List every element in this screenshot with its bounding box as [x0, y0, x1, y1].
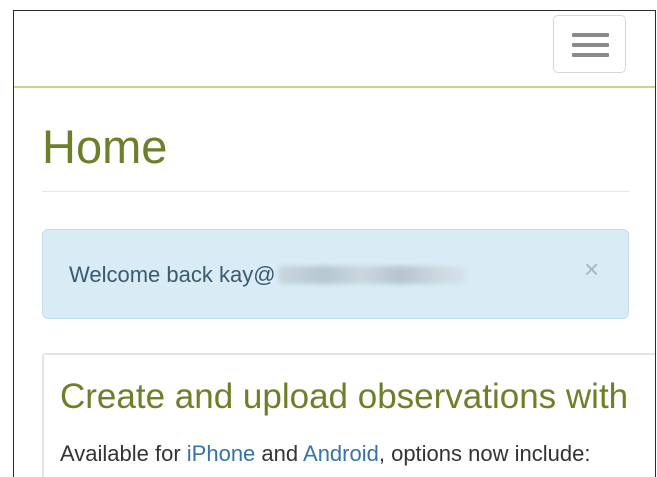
welcome-message: Welcome back kay@	[69, 262, 466, 288]
panel-text-suffix: , options now include:	[378, 441, 591, 466]
welcome-prefix: Welcome back kay@	[69, 262, 276, 287]
title-divider	[42, 191, 629, 192]
hamburger-menu-icon[interactable]	[553, 15, 626, 73]
panel-title: Create and upload observations with	[60, 377, 629, 416]
menu-bar-line	[572, 53, 609, 57]
browser-viewport: Home Welcome back kay@ × Create and uplo…	[13, 10, 656, 477]
panel-description: Available for iPhone and Android, option…	[60, 441, 590, 467]
navbar	[14, 11, 655, 88]
redacted-email	[277, 266, 466, 284]
page-title: Home	[42, 120, 168, 173]
iphone-link[interactable]: iPhone	[187, 441, 256, 466]
menu-bar-line	[572, 43, 609, 47]
panel-text-and: and	[255, 441, 304, 466]
menu-bar-line	[572, 33, 609, 37]
panel-text-prefix: Available for	[60, 441, 187, 466]
close-alert-button[interactable]: ×	[584, 256, 599, 282]
android-link[interactable]: Android	[303, 441, 379, 466]
app-promo-panel: Create and upload observations with Avai…	[42, 353, 655, 477]
welcome-alert: Welcome back kay@ ×	[42, 229, 629, 319]
